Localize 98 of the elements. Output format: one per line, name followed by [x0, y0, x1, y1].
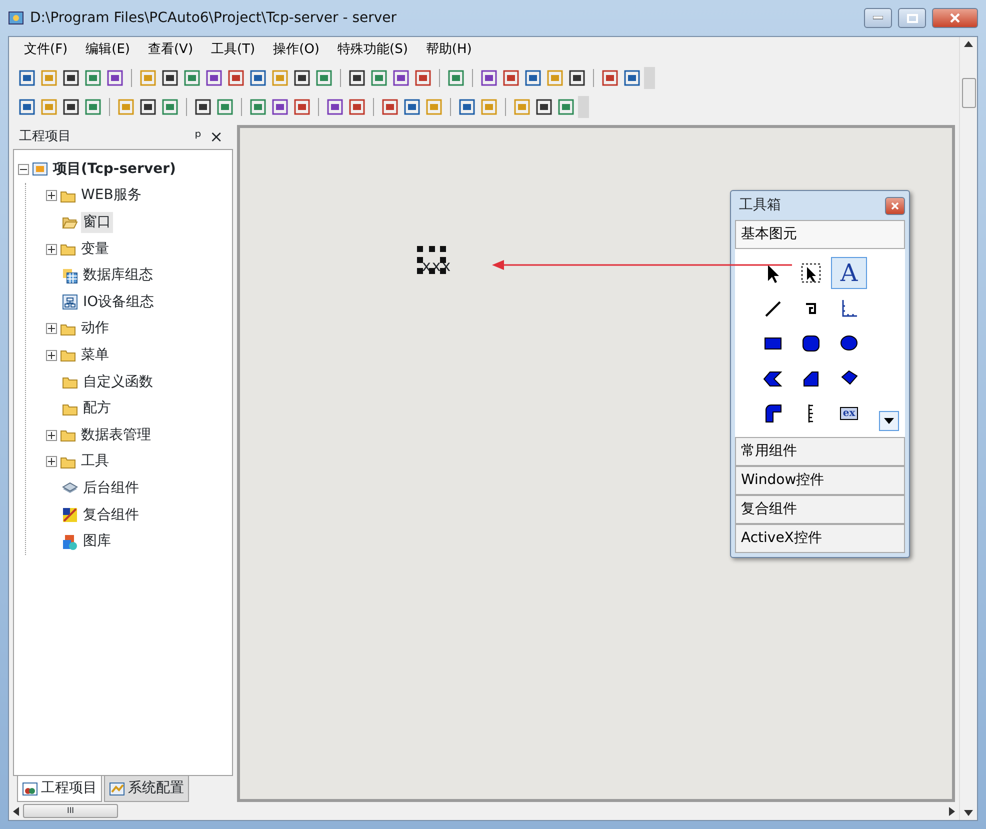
close-icon	[891, 202, 899, 210]
expander-plus-icon[interactable]	[46, 456, 57, 468]
tab-icon	[109, 782, 125, 796]
toolbar-icon[interactable]	[501, 68, 521, 88]
tree-item[interactable]: WEB服务	[79, 185, 144, 206]
toolbox-section[interactable]: Window控件	[735, 466, 905, 495]
tree-item[interactable]: 数据表管理	[79, 424, 153, 446]
maximize-button[interactable]	[898, 8, 926, 28]
toolbox-section[interactable]: 常用组件	[735, 437, 905, 466]
toolbar-icon[interactable]	[567, 68, 587, 88]
tree-item[interactable]: 变量	[79, 238, 111, 260]
tree-item[interactable]: 菜单	[79, 344, 111, 366]
toolbar-icon[interactable]	[600, 68, 620, 88]
toolbox-title: 工具箱	[738, 196, 782, 215]
menu-item[interactable]: 工具(T)	[204, 38, 262, 62]
scrollbar-thumb[interactable]: III	[23, 804, 118, 818]
window-title: D:\Program Files\PCAuto6\Project\Tcp-server - server	[30, 8, 397, 28]
composite-icon	[62, 507, 78, 524]
close-button[interactable]	[932, 8, 978, 28]
toolbar-icon[interactable]	[347, 96, 367, 116]
database-icon	[62, 268, 78, 284]
tree-item[interactable]: 数据库组态	[81, 265, 155, 286]
gallery-icon	[62, 534, 78, 550]
menu-item[interactable]: 文件(F)	[17, 38, 75, 62]
toolbar-icon[interactable]	[325, 96, 345, 116]
toolbar-icon[interactable]	[17, 68, 37, 88]
toolbar-icon[interactable]	[380, 96, 400, 116]
toolbar-icon[interactable]	[523, 68, 543, 88]
expander-plus-icon[interactable]	[46, 190, 57, 202]
menu-item[interactable]: 特殊功能(S)	[330, 38, 415, 62]
toolbar-icon[interactable]	[138, 96, 158, 116]
expander-plus-icon[interactable]	[46, 323, 57, 334]
maximize-icon	[906, 14, 918, 22]
select-pointer-icon	[799, 261, 823, 285]
expander-plus-icon[interactable]	[46, 350, 57, 361]
tab-icon	[22, 782, 38, 796]
close-button[interactable]: ×	[206, 125, 227, 149]
scroll-right-arrow-icon[interactable]	[949, 806, 955, 816]
menu-item[interactable]: 编辑(E)	[78, 38, 137, 62]
panel-tab[interactable]: 系统配置	[104, 776, 189, 802]
scroll-down-arrow-icon[interactable]	[964, 810, 973, 816]
toolbar-icon[interactable]	[534, 96, 554, 116]
tree-item[interactable]: 项目(Tcp-server)	[51, 158, 178, 180]
scroll-left-arrow-icon[interactable]	[13, 806, 19, 816]
toolbar-icon[interactable]	[292, 68, 312, 88]
toolbar-icon[interactable]	[292, 96, 312, 116]
app-icon	[8, 10, 24, 26]
toolbar-icon[interactable]	[61, 96, 81, 116]
toolbar-icon[interactable]	[160, 68, 180, 88]
toolbar-icon[interactable]	[402, 96, 422, 116]
pin-button[interactable]: ᵖ	[190, 125, 206, 149]
tree-item[interactable]: 复合组件	[81, 504, 141, 526]
tree-item[interactable]: IO设备组态	[81, 292, 156, 313]
menu-item[interactable]: 帮助(H)	[418, 38, 479, 62]
toolbar-icon[interactable]	[270, 96, 290, 116]
tree-item[interactable]: 窗口	[81, 212, 113, 233]
menu-item[interactable]: 查看(V)	[140, 38, 200, 62]
panel-tab[interactable]: 工程项目	[17, 776, 102, 802]
minimize-icon	[873, 16, 883, 20]
expander-plus-icon[interactable]	[46, 244, 57, 255]
toolbar-icon[interactable]	[105, 68, 125, 88]
caret-icon	[884, 418, 894, 424]
toolbar-icon[interactable]	[622, 68, 642, 88]
minimize-button[interactable]	[864, 8, 892, 28]
panel-title: 工程项目	[19, 128, 72, 146]
tree-item[interactable]: 后台组件	[81, 478, 141, 499]
tree-item[interactable]: 动作	[79, 318, 111, 340]
toolbar-icon[interactable]	[413, 68, 433, 88]
close-icon	[950, 13, 960, 23]
expression-tool[interactable]: ex	[831, 397, 867, 429]
scale-icon	[808, 404, 814, 422]
toolbar-icon[interactable]	[391, 68, 411, 88]
close-button[interactable]	[885, 196, 905, 214]
scrollbar-thumb[interactable]	[962, 78, 976, 108]
toolbar-icon[interactable]	[226, 68, 246, 88]
toolbox-section[interactable]: 复合组件	[735, 495, 905, 524]
toolbar-icon[interactable]	[61, 68, 81, 88]
tree-item[interactable]: 图库	[81, 531, 113, 552]
toolbar-icon[interactable]	[347, 68, 367, 88]
toolbox-section[interactable]: 基本图元	[735, 220, 905, 249]
device-icon	[62, 294, 78, 310]
menu-item[interactable]: 操作(O)	[266, 38, 327, 62]
text-tool[interactable]: A	[831, 257, 867, 289]
expander-plus-icon[interactable]	[46, 430, 57, 441]
toolbar-icon[interactable]	[17, 96, 37, 116]
toolbox-section[interactable]: ActiveX控件	[735, 524, 905, 553]
project-icon	[32, 161, 48, 178]
toolbar-icon[interactable]	[479, 68, 499, 88]
scroll-down-button[interactable]	[879, 411, 899, 431]
toolbar-icon[interactable]	[193, 96, 213, 116]
toolbar-icon[interactable]	[248, 68, 268, 88]
tree-item[interactable]: 配方	[81, 398, 113, 420]
toolbar-icon[interactable]	[457, 96, 477, 116]
tree-item[interactable]: 自定义函数	[81, 372, 155, 393]
tree-item[interactable]: 工具	[79, 451, 111, 472]
toolbar-icon[interactable]	[204, 68, 224, 88]
scroll-up-arrow-icon[interactable]	[964, 41, 973, 47]
expander-minus-icon[interactable]	[18, 164, 29, 175]
